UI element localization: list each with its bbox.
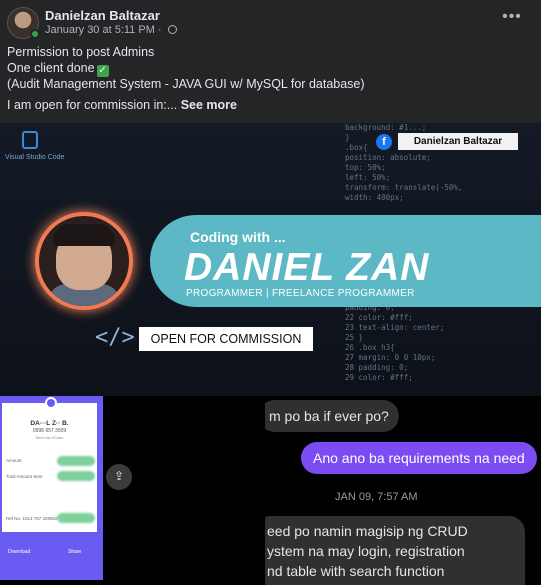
post-image-gallery: DA···L Z·· B. 0998 957 3509 Sent via GCa… <box>0 396 541 585</box>
chat-message-3: eed po namin magisip ng CRUD ystem na ma… <box>265 516 525 585</box>
post-date[interactable]: January 30 at 5:11 PM <box>45 24 155 36</box>
code-line: transform: translate(-50%, <box>345 183 463 192</box>
author-name[interactable]: Danielzan Baltazar <box>45 8 160 23</box>
chat-message-3-line-2: ystem na may login, registration <box>267 543 465 559</box>
globe-icon <box>167 25 177 34</box>
receipt-amount-label: Amount <box>6 458 22 463</box>
post-header: Danielzan Baltazar January 30 at 5:11 PM… <box>0 0 541 44</box>
code-line: 26 .box h3{ <box>345 343 395 352</box>
receipt-amount-redacted <box>57 456 95 466</box>
code-line: 22 color: #fff; <box>345 313 413 322</box>
facebook-post: Danielzan Baltazar January 30 at 5:11 PM… <box>0 0 541 585</box>
post-line-3: (Audit Management System - JAVA GUI w/ M… <box>7 76 365 91</box>
post-image-banner[interactable]: background: #1...;} .box{ position: absol… <box>0 123 541 396</box>
chat-message-2: Ano ano ba requirements na need <box>301 442 537 474</box>
receipt-ref-redacted <box>57 513 95 523</box>
vs-caption: Visual Studio Code <box>5 154 65 161</box>
receipt-total-redacted <box>57 471 95 481</box>
post-line-4: I am open for commission in:... See more <box>7 98 532 114</box>
code-line: 23 text-align: center; <box>345 323 445 332</box>
post-body: Permission to post Admins One client don… <box>7 45 532 114</box>
receipt-card: DA···L Z·· B. 0998 957 3509 Sent via GCa… <box>2 397 97 532</box>
receipt-share-button: Share <box>68 549 82 555</box>
code-line: left: 50%; <box>345 173 391 182</box>
code-line: background: #1...; <box>345 123 427 132</box>
share-icon[interactable]: ⇪ <box>106 464 132 490</box>
code-line: 25 } <box>345 333 364 342</box>
coding-with-text: Coding with ... <box>190 229 286 245</box>
code-line: width: 400px; <box>345 193 404 202</box>
post-line-2-text: One client done <box>7 60 95 75</box>
gcash-receipt-image[interactable]: DA···L Z·· B. 0998 957 3509 Sent via GCa… <box>0 396 103 580</box>
visual-studio-code-icon <box>22 131 38 149</box>
banner-big-name: DANIEL ZAN <box>184 246 430 289</box>
code-brackets-icon: </> <box>95 325 135 350</box>
facebook-icon: f <box>376 134 392 150</box>
chat-message-3-line-3: nd table with search function <box>267 563 445 579</box>
post-line-2: One client done ✓ <box>7 61 532 77</box>
banner-fb-name: Danielzan Baltazar <box>398 133 518 150</box>
code-line: 28 padding: 0; <box>345 363 409 372</box>
chat-message-3-line-1: eed po namin magisip ng CRUD <box>267 523 468 539</box>
code-line: top: 50%; <box>345 163 386 172</box>
receipt-sent-via: Sent via GCash <box>35 435 64 440</box>
online-status-dot <box>30 29 40 39</box>
more-options-button[interactable]: ••• <box>501 9 523 28</box>
chat-screenshot-image[interactable]: m po ba if ever po? Ano ano ba requireme… <box>265 396 541 585</box>
chat-timestamp: JAN 09, 7:57 AM <box>335 491 418 503</box>
chat-message-1: m po ba if ever po? <box>265 400 399 432</box>
receipt-check-icon <box>45 397 57 409</box>
code-line: 27 margin: 0 0 10px; <box>345 353 436 362</box>
post-line-4-text: I am open for commission in:... <box>7 98 178 112</box>
portrait-photo <box>35 212 133 310</box>
post-timestamp[interactable]: January 30 at 5:11 PM · <box>45 24 177 36</box>
code-line: 29 color: #fff; <box>345 373 413 382</box>
receipt-ref-label: Ref No. 1014 767 328962 <box>6 516 58 521</box>
check-mark-icon: ✓ <box>96 64 109 77</box>
receipt-number: 0998 957 3509 <box>32 428 67 434</box>
receipt-title: DA···L Z·· B. <box>30 420 69 427</box>
see-more-link[interactable]: See more <box>181 98 237 112</box>
post-line-1: Permission to post Admins <box>7 45 155 59</box>
code-line: position: absolute; <box>345 153 431 162</box>
receipt-download-button: Download <box>8 549 31 555</box>
open-for-commission-label: OPEN FOR COMMISSION <box>139 327 313 351</box>
banner-subtitle: PROGRAMMER | FREELANCE PROGRAMMER <box>186 288 415 299</box>
portrait-hair <box>53 224 115 246</box>
receipt-total-label: Total Amount Sent <box>6 474 43 479</box>
